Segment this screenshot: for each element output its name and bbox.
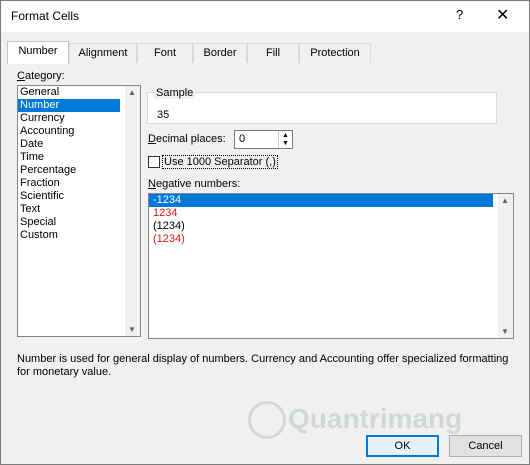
category-item-date[interactable]: Date (18, 138, 120, 151)
category-item-percentage[interactable]: Percentage (18, 164, 120, 177)
close-button[interactable]: ✕ (496, 5, 509, 25)
spin-down-icon[interactable]: ▼ (282, 140, 289, 147)
category-item-custom[interactable]: Custom (18, 229, 120, 242)
category-item-accounting[interactable]: Accounting (18, 125, 120, 138)
category-item-number[interactable]: Number (18, 99, 120, 112)
spin-up-icon[interactable]: ▲ (282, 132, 289, 139)
category-item-time[interactable]: Time (18, 151, 120, 164)
scroll-up-icon[interactable]: ▲ (501, 196, 509, 205)
watermark-text: Quantrimang (288, 403, 463, 434)
help-button[interactable]: ? (456, 7, 463, 22)
negative-item[interactable]: 1234 (149, 207, 493, 220)
negative-numbers-label: Negative numbers: (148, 178, 241, 190)
negative-numbers-list[interactable]: -1234 1234 (1234) (1234) ▲ ▼ (148, 193, 514, 339)
category-item-special[interactable]: Special (18, 216, 120, 229)
title-bar: Format Cells ? ✕ (1, 1, 529, 32)
negative-label-rest: egative numbers: (155, 178, 241, 190)
sample-label: Sample (154, 87, 196, 99)
tab-fill[interactable]: Fill (247, 43, 299, 63)
tab-alignment[interactable]: Alignment (69, 43, 137, 63)
category-item-currency[interactable]: Currency (18, 112, 120, 125)
negative-item[interactable]: (1234) (149, 233, 493, 246)
tab-border[interactable]: Border (193, 43, 247, 63)
dialog-title: Format Cells (11, 9, 80, 23)
decimal-label-rest: ecimal places: (155, 133, 226, 145)
ok-button[interactable]: OK (366, 435, 439, 457)
category-label: Category: (17, 70, 65, 82)
decimal-spinner[interactable]: ▲ ▼ (278, 131, 293, 148)
tab-font[interactable]: Font (137, 43, 193, 63)
category-item-general[interactable]: General (18, 86, 120, 99)
category-list[interactable]: General Number Currency Accounting Date … (17, 85, 141, 337)
cancel-button[interactable]: Cancel (449, 435, 522, 457)
negative-item[interactable]: (1234) (149, 220, 493, 233)
separator-checkbox[interactable] (148, 156, 160, 168)
scroll-down-icon[interactable]: ▼ (501, 327, 509, 336)
tab-protection[interactable]: Protection (299, 43, 371, 63)
watermark-circle-icon (248, 401, 286, 439)
format-description: Number is used for general display of nu… (17, 353, 509, 378)
tab-strip: Number Alignment Font Border Fill Protec… (7, 41, 522, 64)
category-item-fraction[interactable]: Fraction (18, 177, 120, 190)
sample-value: 35 (157, 109, 170, 121)
scroll-down-icon[interactable]: ▼ (128, 325, 136, 334)
separator-label[interactable]: Use 1000 Separator (,) (162, 155, 278, 169)
number-panel: Category: General Number Currency Accoun… (7, 63, 522, 425)
sample-group (147, 92, 497, 124)
negative-item[interactable]: -1234 (149, 194, 493, 207)
decimal-places-label: Decimal places: (148, 133, 226, 145)
negative-scrollbar[interactable]: ▲ ▼ (498, 194, 513, 338)
decimal-places-value[interactable]: 0 (239, 133, 245, 145)
tab-number[interactable]: Number (7, 41, 69, 64)
category-item-scientific[interactable]: Scientific (18, 190, 120, 203)
scroll-up-icon[interactable]: ▲ (128, 88, 136, 97)
category-scrollbar[interactable]: ▲ ▼ (125, 86, 140, 336)
format-cells-dialog: Format Cells ? ✕ Number Alignment Font B… (0, 0, 530, 465)
category-item-text[interactable]: Text (18, 203, 120, 216)
category-label-rest: ategory: (24, 70, 65, 82)
